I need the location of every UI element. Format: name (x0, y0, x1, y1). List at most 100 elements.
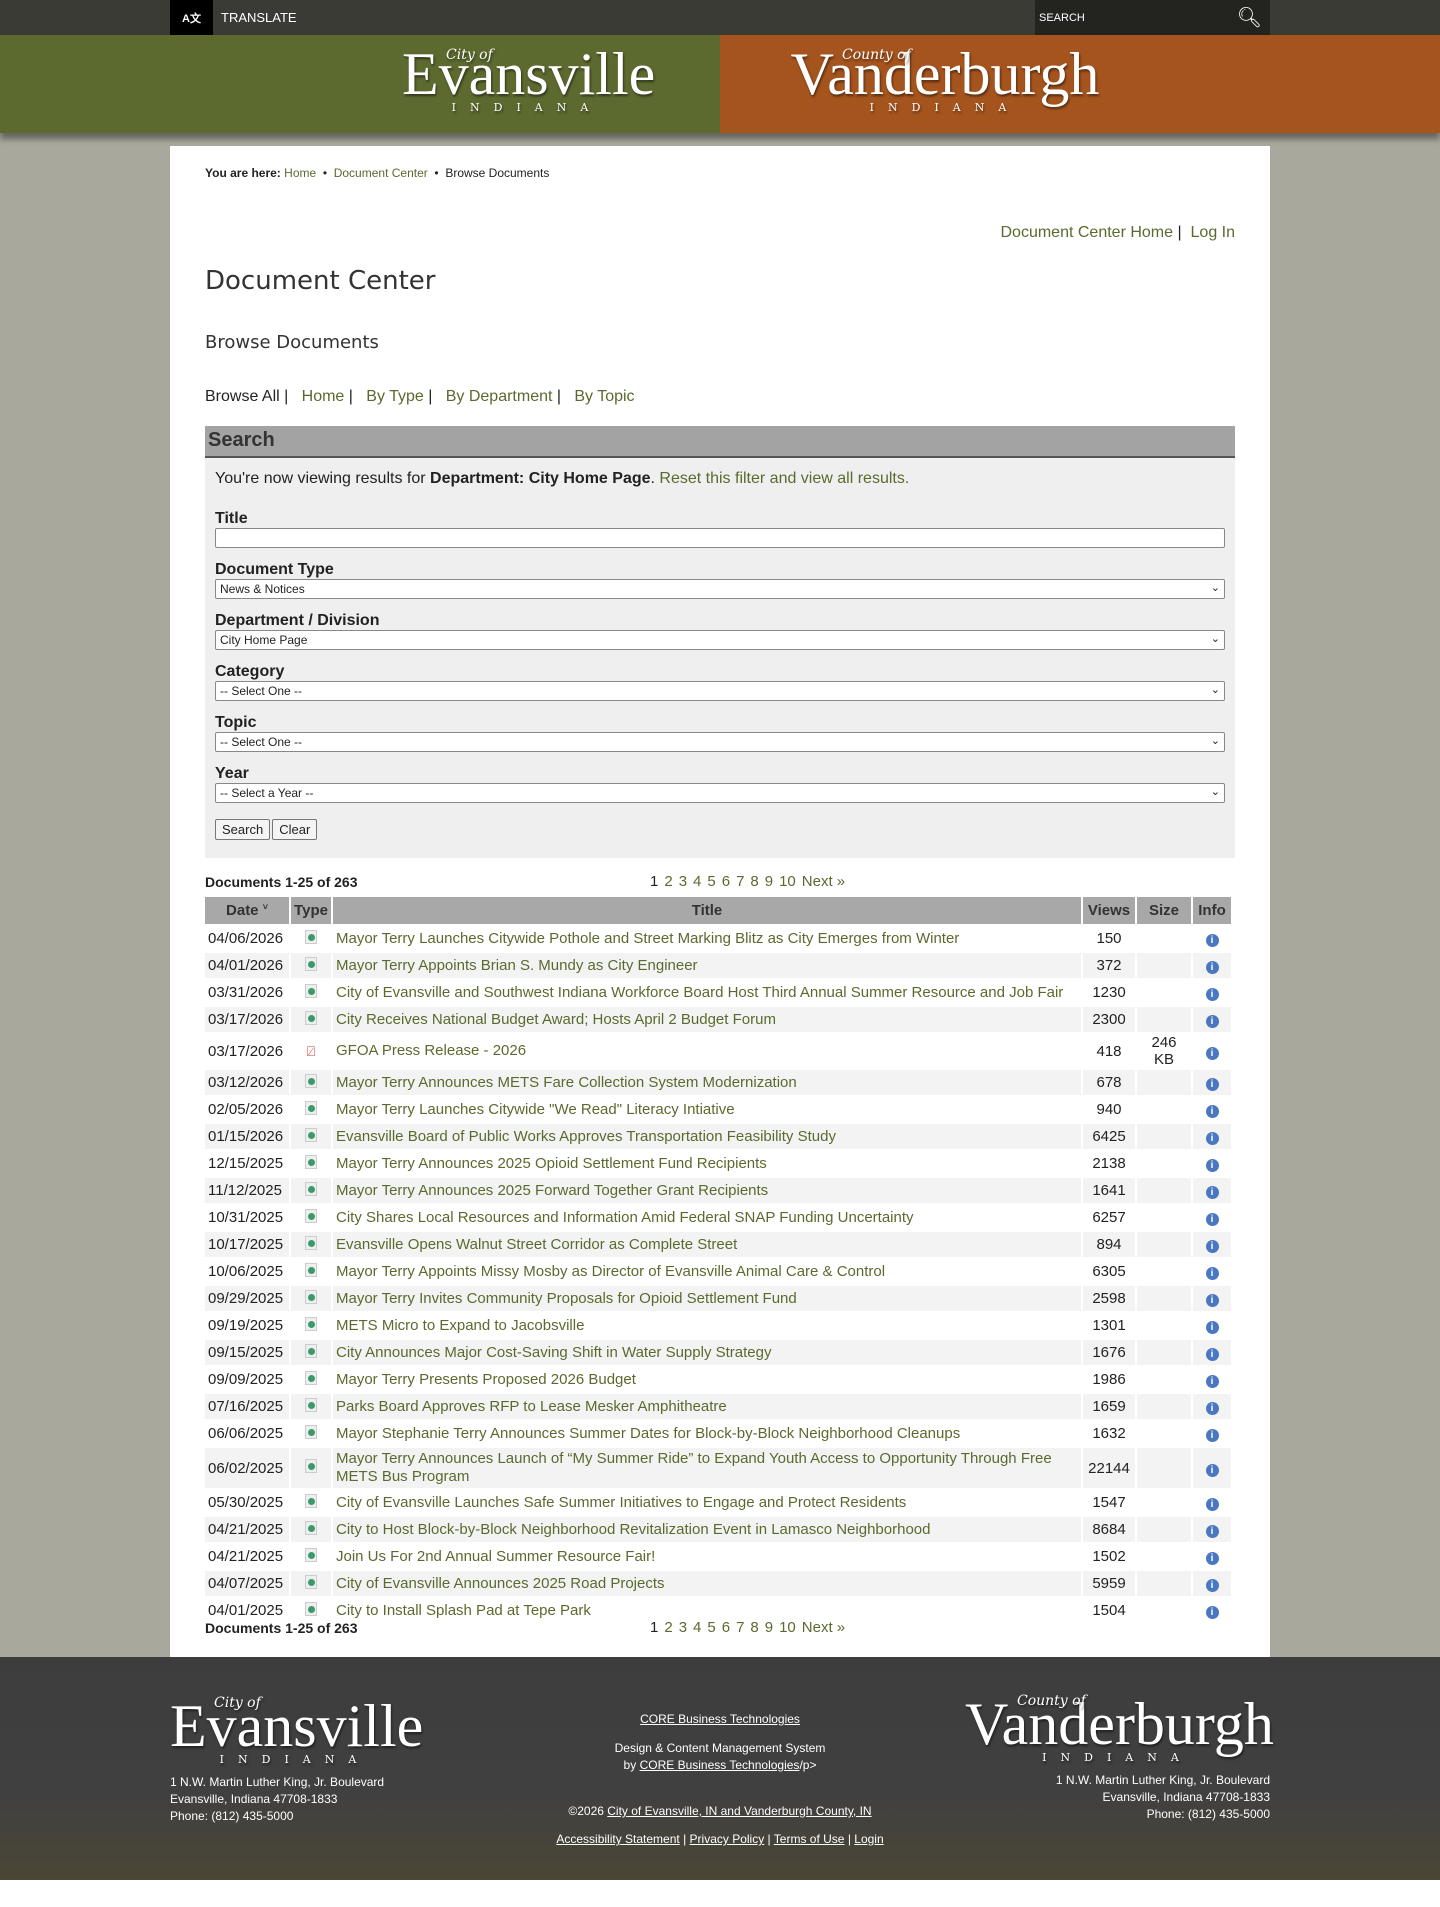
page-link[interactable]: 6 (722, 1619, 730, 1636)
breadcrumb-document-center[interactable]: Document Center (334, 166, 428, 180)
page-link[interactable]: 3 (679, 873, 687, 890)
col-date[interactable]: Date ˅ (205, 897, 289, 924)
page-link[interactable]: 10 (779, 1619, 796, 1636)
page-link[interactable]: 4 (693, 873, 701, 890)
document-title-link[interactable]: Mayor Terry Appoints Brian S. Mundy as C… (336, 957, 698, 974)
info-icon[interactable]: i (1205, 1132, 1219, 1145)
page-link[interactable]: 7 (736, 1619, 744, 1636)
info-icon[interactable]: i (1205, 1240, 1219, 1253)
select-department-division[interactable]: City Home Page ⌄ (215, 630, 1225, 650)
info-icon[interactable]: i (1205, 961, 1219, 974)
evansville-logo[interactable]: City of Evansville INDIANA (402, 43, 655, 114)
document-title-link[interactable]: Evansville Opens Walnut Street Corridor … (336, 1236, 737, 1253)
select-topic[interactable]: -- Select One -- ⌄ (215, 732, 1225, 752)
reset-filter-link[interactable]: Reset this filter and view all results. (659, 470, 909, 487)
privacy-link[interactable]: Privacy Policy (690, 1832, 765, 1846)
document-title-link[interactable]: Mayor Terry Announces METS Fare Collecti… (336, 1074, 797, 1091)
login-link[interactable]: Log In (1191, 224, 1235, 241)
document-title-link[interactable]: METS Micro to Expand to Jacobsville (336, 1317, 584, 1334)
info-icon[interactable]: i (1205, 988, 1219, 1001)
footer-vanderburgh-logo[interactable]: County of Vanderburgh INDIANA (965, 1693, 1274, 1764)
info-icon[interactable]: i (1205, 1525, 1219, 1538)
info-icon[interactable]: i (1205, 1213, 1219, 1226)
info-icon[interactable]: i (1205, 1375, 1219, 1388)
page-link[interactable]: 5 (707, 873, 715, 890)
info-icon[interactable]: i (1205, 1552, 1219, 1565)
document-title-link[interactable]: Mayor Terry Launches Citywide Pothole an… (336, 930, 959, 947)
page-link[interactable]: 4 (693, 1619, 701, 1636)
page-link[interactable]: Next » (802, 1619, 845, 1636)
browse-by-topic[interactable]: By Topic (574, 388, 634, 405)
document-center-home-link[interactable]: Document Center Home (1001, 224, 1174, 241)
document-title-link[interactable]: Mayor Terry Announces 2025 Forward Toget… (336, 1182, 768, 1199)
document-title-link[interactable]: City of Evansville Announces 2025 Road P… (336, 1575, 665, 1592)
document-title-link[interactable]: City to Host Block-by-Block Neighborhood… (336, 1521, 930, 1538)
info-icon[interactable]: i (1205, 1321, 1219, 1334)
page-link[interactable]: 9 (765, 873, 773, 890)
page-link[interactable]: 10 (779, 873, 796, 890)
document-title-link[interactable]: Mayor Terry Launches Citywide "We Read" … (336, 1101, 735, 1118)
browse-by-department[interactable]: By Department (446, 388, 553, 405)
document-title-link[interactable]: GFOA Press Release - 2026 (336, 1042, 526, 1059)
document-title-link[interactable]: City of Evansville and Southwest Indiana… (336, 984, 1063, 1001)
clear-button[interactable]: Clear (272, 819, 318, 840)
copyright-link[interactable]: City of Evansville, IN and Vanderburgh C… (607, 1804, 871, 1818)
page-link[interactable]: 8 (750, 873, 758, 890)
footer-login-link[interactable]: Login (854, 1832, 883, 1846)
document-title-link[interactable]: Mayor Terry Invites Community Proposals … (336, 1290, 797, 1307)
page-link[interactable]: 5 (707, 1619, 715, 1636)
document-title-link[interactable]: Mayor Stephanie Terry Announces Summer D… (336, 1425, 960, 1442)
page-link[interactable]: 2 (664, 873, 672, 890)
select-category[interactable]: -- Select One -- ⌄ (215, 681, 1225, 701)
info-icon[interactable]: i (1205, 1078, 1219, 1091)
info-icon[interactable]: i (1205, 1348, 1219, 1361)
core-link-2[interactable]: CORE Business Technologies (640, 1758, 800, 1772)
info-icon[interactable]: i (1205, 1294, 1219, 1307)
document-title-link[interactable]: City of Evansville Launches Safe Summer … (336, 1494, 906, 1511)
page-link[interactable]: 7 (736, 873, 744, 890)
breadcrumb-home[interactable]: Home (284, 166, 316, 180)
vanderburgh-logo[interactable]: County of Vanderburgh INDIANA (790, 43, 1100, 114)
input-title[interactable] (215, 528, 1225, 548)
info-icon[interactable]: i (1205, 1267, 1219, 1280)
document-title-link[interactable]: Mayor Terry Announces Launch of “My Summ… (336, 1450, 1052, 1485)
col-title[interactable]: Title (333, 897, 1081, 924)
info-icon[interactable]: i (1205, 1105, 1219, 1118)
document-title-link[interactable]: Evansville Board of Public Works Approve… (336, 1128, 836, 1145)
page-link[interactable]: Next » (802, 873, 845, 890)
document-title-link[interactable]: Join Us For 2nd Annual Summer Resource F… (336, 1548, 655, 1565)
document-title-link[interactable]: City Shares Local Resources and Informat… (336, 1209, 914, 1226)
info-icon[interactable]: i (1205, 1402, 1219, 1415)
page-link[interactable]: 2 (664, 1619, 672, 1636)
footer-evansville-logo[interactable]: City of Evansville INDIANA (170, 1695, 423, 1766)
terms-link[interactable]: Terms of Use (774, 1832, 845, 1846)
info-icon[interactable]: i (1205, 1606, 1219, 1619)
info-icon[interactable]: i (1205, 1498, 1219, 1511)
info-icon[interactable]: i (1205, 1429, 1219, 1442)
page-link[interactable]: 9 (765, 1619, 773, 1636)
document-title-link[interactable]: City to Install Splash Pad at Tepe Park (336, 1602, 591, 1619)
site-search-input[interactable]: SEARCH 🔍︎ (1035, 0, 1270, 35)
document-title-link[interactable]: Mayor Terry Announces 2025 Opioid Settle… (336, 1155, 767, 1172)
info-icon[interactable]: i (1205, 1015, 1219, 1028)
info-icon[interactable]: i (1205, 1159, 1219, 1172)
browse-home[interactable]: Home (302, 388, 345, 405)
page-link[interactable]: 6 (722, 873, 730, 890)
search-button[interactable]: Search (215, 819, 271, 840)
translate-button[interactable]: A文 TRANSLATE (170, 0, 297, 35)
search-icon[interactable]: 🔍︎ (1237, 5, 1262, 30)
info-icon[interactable]: i (1205, 1186, 1219, 1199)
select-year[interactable]: -- Select a Year -- ⌄ (215, 783, 1225, 803)
document-title-link[interactable]: Mayor Terry Appoints Missy Mosby as Dire… (336, 1263, 885, 1280)
select-document-type[interactable]: News & Notices ⌄ (215, 579, 1225, 599)
page-link[interactable]: 8 (750, 1619, 758, 1636)
accessibility-link[interactable]: Accessibility Statement (556, 1832, 679, 1846)
col-type[interactable]: Type (291, 897, 331, 924)
browse-by-type[interactable]: By Type (366, 388, 424, 405)
document-title-link[interactable]: City Announces Major Cost-Saving Shift i… (336, 1344, 771, 1361)
col-views[interactable]: Views (1083, 897, 1135, 924)
document-title-link[interactable]: City Receives National Budget Award; Hos… (336, 1011, 776, 1028)
document-title-link[interactable]: Parks Board Approves RFP to Lease Mesker… (336, 1398, 727, 1415)
core-link[interactable]: CORE Business Technologies (640, 1712, 800, 1726)
info-icon[interactable]: i (1205, 1463, 1219, 1477)
